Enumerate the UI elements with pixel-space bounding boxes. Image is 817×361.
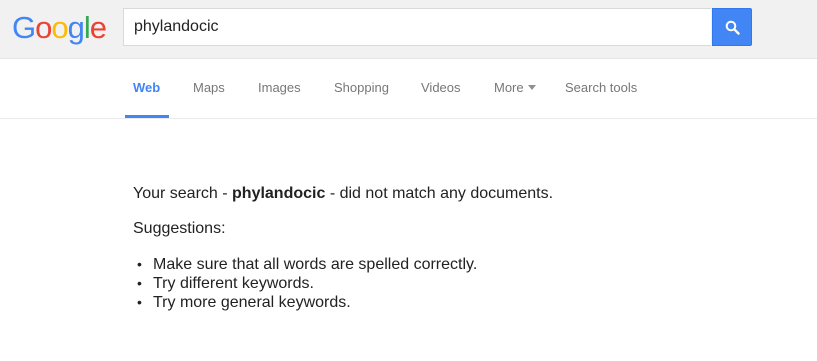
tab-more[interactable]: More — [494, 59, 536, 118]
active-tab-indicator — [125, 115, 169, 118]
header-bar: Google — [0, 0, 817, 59]
no-match-prefix: Your search - — [133, 185, 233, 202]
list-item: • Make sure that all words are spelled co… — [137, 255, 477, 274]
tab-search-tools[interactable]: Search tools — [565, 59, 637, 118]
search-input[interactable] — [124, 9, 711, 45]
no-match-suffix: - did not match any documents. — [325, 185, 554, 202]
suggestion-text: Try more general keywords. — [153, 294, 351, 311]
logo-letter: o — [35, 10, 52, 45]
search-results-page: Google Web Maps Images Shopping Videos M… — [0, 0, 817, 361]
list-item: • Try different keywords. — [137, 274, 477, 293]
tab-more-label: More — [494, 80, 524, 95]
logo-letter: g — [67, 10, 85, 45]
search-button[interactable] — [712, 8, 752, 46]
tab-videos[interactable]: Videos — [421, 59, 461, 118]
google-logo[interactable]: Google — [12, 10, 107, 45]
logo-letter: o — [51, 10, 68, 45]
no-match-message: Your search - phylandocic - did not matc… — [133, 183, 773, 205]
logo-letter: e — [89, 10, 107, 45]
suggestions-list: • Make sure that all words are spelled co… — [137, 255, 477, 312]
bullet-icon: • — [137, 256, 142, 272]
bullet-icon: • — [137, 294, 142, 310]
chevron-down-icon — [527, 85, 536, 91]
query-term: phylandocic — [232, 185, 326, 202]
bullet-icon: • — [137, 275, 142, 291]
suggestions-title: Suggestions: — [133, 220, 226, 237]
results-area: Your search - phylandocic - did not matc… — [133, 183, 773, 311]
suggestion-text: Make sure that all words are spelled cor… — [153, 256, 478, 273]
list-item: • Try more general keywords. — [137, 293, 477, 312]
search-icon — [725, 20, 740, 35]
suggestion-text: Try different keywords. — [153, 275, 314, 292]
logo-letter: G — [12, 10, 36, 45]
search-nav-tabs: Web Maps Images Shopping Videos More Sea… — [0, 59, 817, 119]
tab-shopping[interactable]: Shopping — [334, 59, 389, 118]
search-box — [123, 8, 711, 46]
tab-web[interactable]: Web — [133, 59, 160, 118]
tab-maps[interactable]: Maps — [193, 59, 225, 118]
tab-images[interactable]: Images — [258, 59, 301, 118]
